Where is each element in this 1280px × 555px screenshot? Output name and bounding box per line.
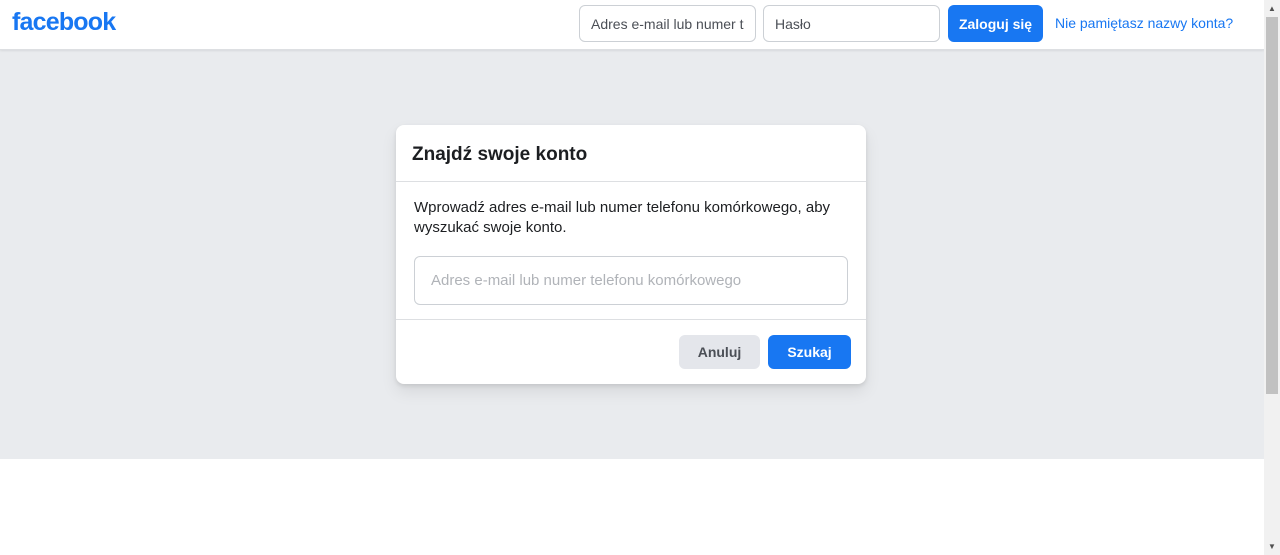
login-button[interactable]: Zaloguj się [948,5,1043,42]
find-account-dialog: Znajdź swoje konto Wprowadź adres e-mail… [396,125,866,384]
cancel-button[interactable]: Anuluj [679,335,760,369]
scrollbar-thumb[interactable] [1266,17,1278,394]
email-or-phone-input[interactable] [579,5,756,42]
search-button[interactable]: Szukaj [768,335,851,369]
forgot-account-link[interactable]: Nie pamiętasz nazwy konta? [1055,15,1233,31]
scroll-up-arrow-icon[interactable]: ▲ [1264,0,1280,17]
dialog-title: Znajdź swoje konto [412,144,588,165]
facebook-logo[interactable]: facebook [12,8,116,37]
page-scrollbar[interactable]: ▲ ▼ [1264,0,1280,555]
dialog-header: Znajdź swoje konto [396,125,866,182]
scroll-down-arrow-icon[interactable]: ▼ [1264,538,1280,555]
find-account-search-input[interactable] [414,256,848,305]
dialog-description: Wprowadź adres e-mail lub numer telefonu… [414,199,831,236]
top-navigation-bar: facebook Zaloguj się Nie pamiętasz nazwy… [0,0,1264,50]
dialog-body: Wprowadź adres e-mail lub numer telefonu… [396,182,866,320]
dialog-footer: Anuluj Szukaj [396,320,866,383]
password-input[interactable] [763,5,940,42]
